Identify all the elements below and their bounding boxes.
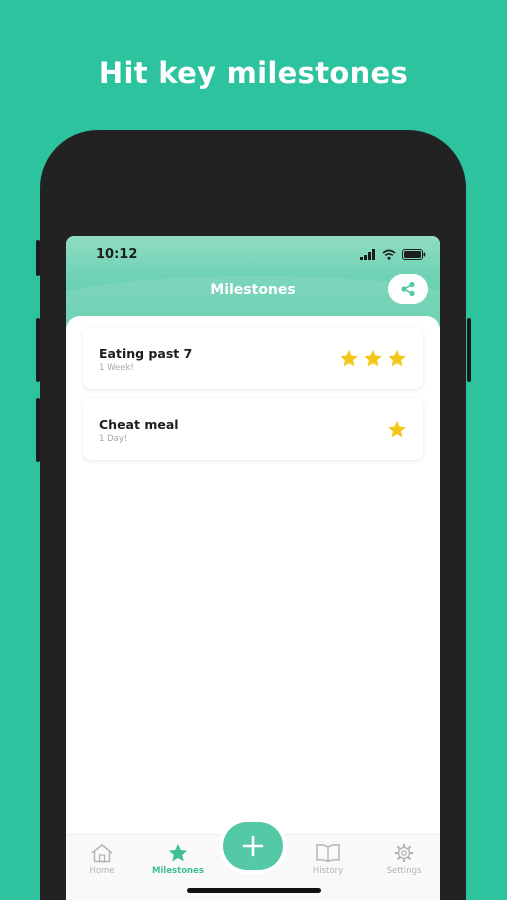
star-icon bbox=[168, 843, 188, 862]
share-button[interactable] bbox=[388, 274, 428, 304]
milestone-rating bbox=[387, 420, 407, 439]
tab-home[interactable]: Home bbox=[72, 843, 132, 876]
share-icon bbox=[401, 281, 415, 297]
tab-label: Milestones bbox=[152, 866, 204, 876]
tab-settings[interactable]: Settings bbox=[374, 843, 434, 876]
tab-history[interactable]: History bbox=[298, 843, 358, 876]
battery-icon bbox=[402, 248, 426, 260]
milestone-subtitle: 1 Day! bbox=[99, 434, 128, 444]
wifi-icon bbox=[382, 249, 396, 260]
gear-icon bbox=[394, 843, 414, 863]
star-icon bbox=[388, 349, 406, 367]
app-header: 10:12 Milestones bbox=[66, 236, 440, 328]
milestone-rating bbox=[339, 349, 407, 368]
milestone-title: Eating past 7 bbox=[99, 346, 193, 361]
phone-volume-up bbox=[36, 318, 40, 382]
milestone-card[interactable]: Cheat meal 1 Day! bbox=[83, 398, 423, 460]
star-icon bbox=[364, 349, 382, 367]
tab-label: History bbox=[312, 866, 344, 876]
tab-label: Settings bbox=[386, 866, 422, 876]
book-icon bbox=[316, 844, 340, 863]
home-indicator bbox=[187, 888, 321, 893]
star-icon bbox=[340, 349, 358, 367]
tab-milestones[interactable]: Milestones bbox=[148, 843, 208, 876]
tab-label: Home bbox=[89, 866, 115, 876]
status-time: 10:12 bbox=[96, 247, 138, 262]
cellular-signal-icon bbox=[360, 248, 375, 260]
home-icon bbox=[91, 844, 113, 863]
app-screen: 10:12 Milestones Eating past 7 1 Week! C… bbox=[66, 236, 440, 900]
status-icons bbox=[360, 248, 426, 260]
phone-mute-switch bbox=[36, 240, 40, 276]
milestone-list: Eating past 7 1 Week! Cheat meal 1 Day! bbox=[66, 316, 440, 900]
star-icon bbox=[388, 420, 406, 438]
milestone-subtitle: 1 Week! bbox=[99, 363, 134, 373]
plus-icon bbox=[242, 835, 264, 857]
promo-headline: Hit key milestones bbox=[98, 56, 409, 90]
milestone-title: Cheat meal bbox=[99, 417, 179, 432]
phone-volume-down bbox=[36, 398, 40, 462]
phone-power-button bbox=[467, 318, 471, 382]
page-title: Milestones bbox=[210, 282, 296, 298]
milestone-card[interactable]: Eating past 7 1 Week! bbox=[83, 327, 423, 389]
add-button[interactable] bbox=[223, 822, 283, 870]
